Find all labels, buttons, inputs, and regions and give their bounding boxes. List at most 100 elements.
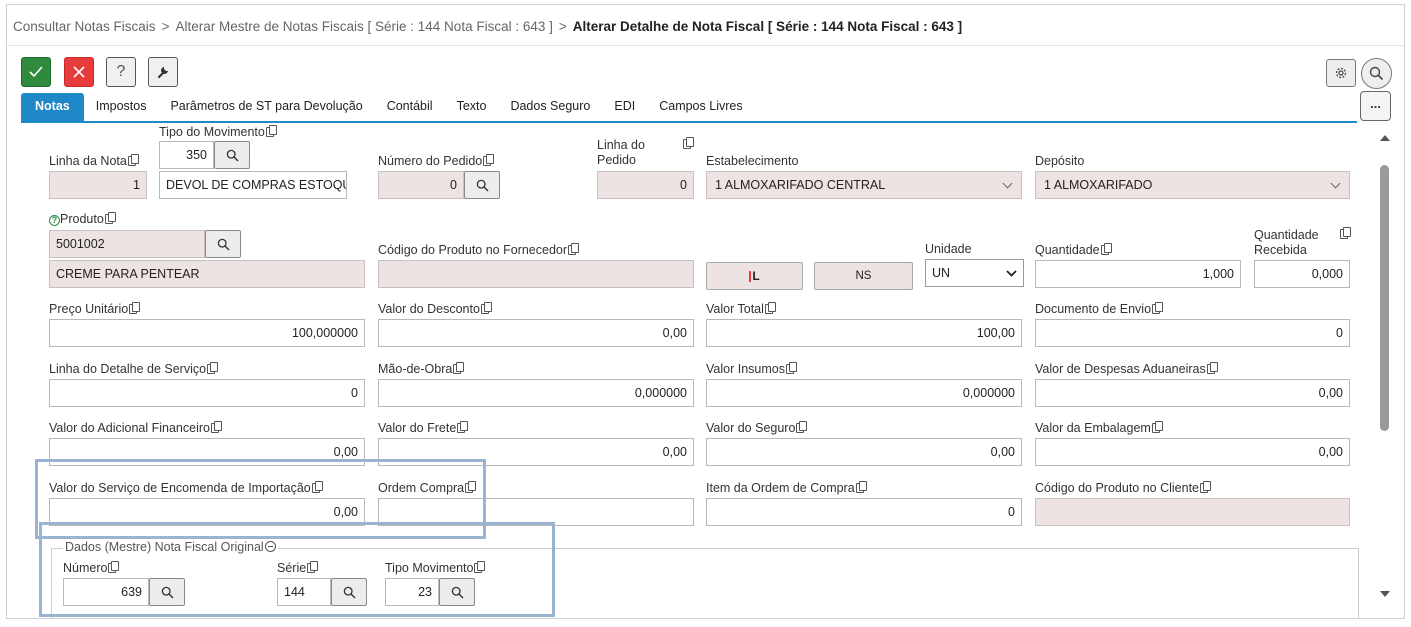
- valor-total-field[interactable]: 100,00: [706, 319, 1022, 347]
- valor-desconto-label: Valor do Desconto: [378, 302, 492, 317]
- tab-edi[interactable]: EDI: [602, 93, 647, 122]
- codigo-produto-cliente-field[interactable]: [1035, 498, 1350, 526]
- preco-unitario-field[interactable]: 100,000000: [49, 319, 365, 347]
- valor-seguro-label: Valor do Seguro: [706, 421, 808, 436]
- produto-lookup-button[interactable]: [205, 230, 241, 258]
- vertical-scrollbar[interactable]: [1376, 123, 1394, 618]
- copy-icon[interactable]: [480, 302, 492, 314]
- close-icon: [73, 66, 85, 78]
- tools-button[interactable]: [148, 57, 178, 87]
- help-circle-icon[interactable]: ?: [49, 215, 60, 226]
- valor-insumos-field[interactable]: 0,000000: [706, 379, 1022, 407]
- numero-pedido-lookup-button[interactable]: [464, 171, 500, 199]
- copy-icon[interactable]: [683, 137, 694, 149]
- ns-button[interactable]: NS: [814, 262, 913, 290]
- valor-desconto-field[interactable]: 0,00: [378, 319, 694, 347]
- unidade-select[interactable]: UN: [925, 259, 1024, 287]
- copy-icon[interactable]: [1100, 243, 1112, 255]
- tipo-movimento-lookup-button[interactable]: [214, 141, 250, 169]
- search-button[interactable]: [1361, 58, 1392, 89]
- tipo-movimento-desc-field[interactable]: DEVOL DE COMPRAS ESTOQUE: [159, 171, 347, 199]
- check-icon: [29, 66, 43, 78]
- copy-icon[interactable]: [207, 362, 219, 374]
- valor-despesas-aduaneiras-field[interactable]: 0,00: [1035, 379, 1350, 407]
- breadcrumb: Consultar Notas Fiscais > Alterar Mestre d…: [13, 19, 962, 34]
- copy-icon[interactable]: [1151, 421, 1163, 433]
- quantidade-recebida-field[interactable]: 0,000: [1254, 260, 1350, 288]
- copy-icon[interactable]: [1200, 481, 1212, 493]
- breadcrumb-separator: >: [558, 19, 567, 34]
- linha-pedido-label: Linha do Pedido: [597, 138, 645, 167]
- quantidade-field[interactable]: 1,000: [1035, 260, 1241, 288]
- estabelecimento-select[interactable]: 1 ALMOXARIFADO CENTRAL: [706, 171, 1022, 199]
- l-button[interactable]: L: [706, 262, 803, 290]
- breadcrumb-item-consultar[interactable]: Consultar Notas Fiscais: [13, 19, 156, 34]
- linha-detalhe-servico-label: Linha do Detalhe de Serviço: [49, 362, 219, 377]
- copy-icon[interactable]: [265, 125, 277, 137]
- copy-icon[interactable]: [1152, 302, 1164, 314]
- linha-nota-label: Linha da Nota: [49, 154, 139, 169]
- tab-parametros-st[interactable]: Parâmetros de ST para Devolução: [158, 93, 374, 122]
- tab-contabil[interactable]: Contábil: [375, 93, 445, 122]
- documento-envio-label: Documento de Envio: [1035, 302, 1164, 317]
- preco-unitario-label: Preço Unitário: [49, 302, 141, 317]
- produto-desc-field[interactable]: CREME PARA PENTEAR: [49, 260, 365, 288]
- numero-pedido-label: Número do Pedido: [378, 154, 495, 169]
- tipo-movimento-code-field[interactable]: 350: [159, 141, 214, 169]
- scrollbar-thumb[interactable]: [1380, 165, 1389, 431]
- copy-icon[interactable]: [1206, 362, 1218, 374]
- tab-dados-seguro[interactable]: Dados Seguro: [498, 93, 602, 122]
- valor-adicional-financeiro-label: Valor do Adicional Financeiro: [49, 421, 222, 436]
- copy-icon[interactable]: [129, 302, 141, 314]
- tab-impostos[interactable]: Impostos: [84, 93, 159, 122]
- more-options-button[interactable]: ...: [1360, 91, 1391, 121]
- copy-icon[interactable]: [855, 481, 867, 493]
- tab-notas[interactable]: Notas: [21, 93, 84, 122]
- numero-pedido-field[interactable]: 0: [378, 171, 464, 199]
- copy-icon[interactable]: [127, 154, 139, 166]
- wrench-icon: [157, 67, 168, 79]
- copy-icon[interactable]: [210, 421, 222, 433]
- tab-campos-livres[interactable]: Campos Livres: [647, 93, 754, 122]
- search-icon: [476, 179, 488, 191]
- copy-icon[interactable]: [104, 212, 116, 224]
- copy-icon[interactable]: [785, 362, 797, 374]
- linha-nota-field[interactable]: 1: [49, 171, 147, 199]
- tipo-movimento-label: Tipo do Movimento: [159, 125, 277, 140]
- cancel-button[interactable]: [64, 57, 94, 87]
- confirm-button[interactable]: [21, 57, 51, 87]
- copy-icon[interactable]: [457, 421, 469, 433]
- copy-icon[interactable]: [483, 154, 495, 166]
- deposito-select[interactable]: 1 ALMOXARIFADO: [1035, 171, 1350, 199]
- copy-icon[interactable]: [764, 302, 776, 314]
- copy-icon[interactable]: [568, 243, 580, 255]
- copy-icon[interactable]: [796, 421, 808, 433]
- help-button[interactable]: ?: [106, 57, 136, 87]
- scroll-down-arrow-icon[interactable]: [1380, 591, 1390, 597]
- scroll-up-arrow-icon[interactable]: [1380, 135, 1390, 141]
- mao-obra-field[interactable]: 0,000000: [378, 379, 694, 407]
- codigo-fornecedor-field[interactable]: [378, 260, 694, 288]
- valor-insumos-label: Valor Insumos: [706, 362, 797, 377]
- question-icon: ?: [116, 63, 126, 80]
- settings-button[interactable]: [1326, 59, 1356, 87]
- valor-embalagem-field[interactable]: 0,00: [1035, 438, 1350, 466]
- copy-icon[interactable]: [453, 362, 465, 374]
- quantidade-label: Quantidade: [1035, 243, 1112, 258]
- linha-detalhe-servico-field[interactable]: 0: [49, 379, 365, 407]
- item-ordem-compra-field[interactable]: 0: [706, 498, 1022, 526]
- search-icon: [217, 238, 229, 250]
- tab-texto[interactable]: Texto: [445, 93, 499, 122]
- valor-seguro-field[interactable]: 0,00: [706, 438, 1022, 466]
- page-frame: Consultar Notas Fiscais > Alterar Mestre d…: [6, 4, 1405, 619]
- produto-code-field[interactable]: 5001002: [49, 230, 205, 258]
- breadcrumb-item-alterar-mestre[interactable]: Alterar Mestre de Notas Fiscais [ Série …: [175, 19, 552, 34]
- linha-pedido-field[interactable]: 0: [597, 171, 694, 199]
- quantidade-recebida-label: Quantidade Recebida: [1254, 228, 1319, 257]
- documento-envio-field[interactable]: 0: [1035, 319, 1350, 347]
- valor-embalagem-label: Valor da Embalagem: [1035, 421, 1163, 436]
- item-ordem-compra-label: Item da Ordem de Compra: [706, 481, 867, 496]
- breadcrumb-current: Alterar Detalhe de Nota Fiscal [ Série :…: [572, 19, 963, 34]
- gear-icon: [1335, 67, 1347, 79]
- copy-icon[interactable]: [1340, 227, 1351, 239]
